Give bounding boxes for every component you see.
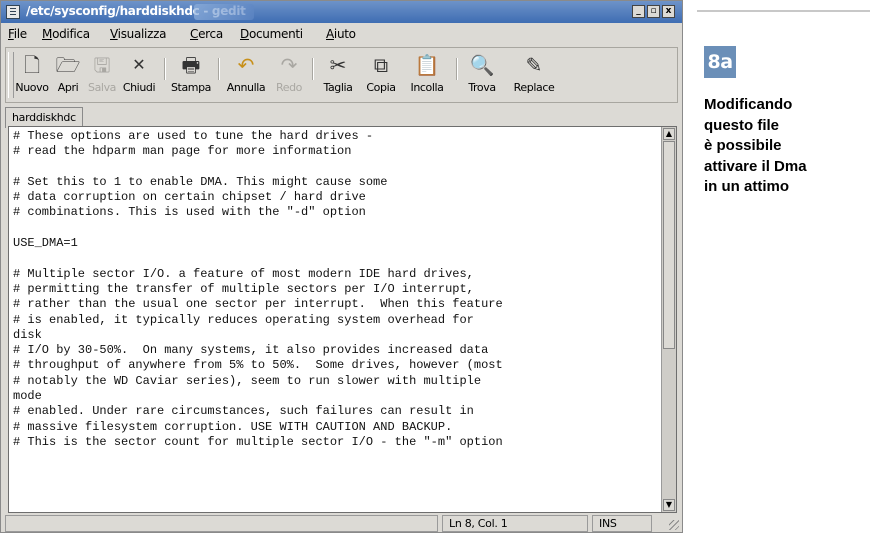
scissors-icon: ✂ xyxy=(329,53,347,77)
save-disk-icon: 🖫 xyxy=(93,53,111,77)
gedit-app-icon[interactable] xyxy=(6,5,20,19)
code-line: # throughput of anywhere from 5% to 50%.… xyxy=(13,358,503,373)
replace-button[interactable]: ✎ Replace xyxy=(505,52,563,100)
code-line: # Multiple sector I/O. a feature of most… xyxy=(13,266,474,281)
code-line: # permitting the transfer of multiple se… xyxy=(13,281,474,296)
minimize-button[interactable]: _ xyxy=(632,5,645,18)
replace-pencil-icon: ✎ xyxy=(525,53,543,77)
code-line: # massive filesystem corruption. USE WIT… xyxy=(13,419,453,434)
code-line: # enabled. Under rare circumstances, suc… xyxy=(13,404,474,419)
code-line: mode xyxy=(13,389,42,404)
figure-caption: Modificando questo file è possibile atti… xyxy=(704,96,807,195)
redo-button[interactable]: ↷ Redo xyxy=(271,52,307,100)
new-document-icon: 🗋 xyxy=(23,53,41,77)
scrollbar-thumb[interactable] xyxy=(663,141,675,349)
toolbar-separator xyxy=(312,58,314,80)
figure-badge: 8a xyxy=(704,46,736,78)
clipboard-paste-icon: 📋 xyxy=(414,53,440,77)
status-bar: Ln 8, Col. 1 INS xyxy=(1,514,682,532)
menu-file[interactable]: File xyxy=(8,27,27,41)
cursor-position: Ln 8, Col. 1 xyxy=(442,515,588,532)
file-content[interactable]: # These options are used to tune the har… xyxy=(13,129,653,450)
code-line: # These options are used to tune the har… xyxy=(13,129,374,143)
vertical-scrollbar[interactable]: ▲ ▼ xyxy=(661,127,676,512)
code-line: disk xyxy=(13,327,42,342)
code-line: # This is the sector count for multiple … xyxy=(13,434,503,449)
redo-arrow-icon: ↷ xyxy=(280,53,298,77)
toolbar: 🗋 Nuovo 🗁 Apri 🖫 Salva ✕ Chiudi 🖶 Stampa… xyxy=(5,47,678,103)
scroll-down-arrow-icon[interactable]: ▼ xyxy=(663,499,675,511)
resize-grip-icon[interactable] xyxy=(669,520,679,530)
new-button[interactable]: 🗋 Nuovo xyxy=(12,52,52,100)
code-line: # rather than the usual one sector per i… xyxy=(13,297,503,312)
open-button[interactable]: 🗁 Apri xyxy=(52,52,84,100)
copy-button[interactable]: ⧉ Copia xyxy=(360,52,402,100)
cut-button[interactable]: ✂ Taglia xyxy=(316,52,360,100)
save-button[interactable]: 🖫 Salva xyxy=(85,52,119,100)
insert-mode: INS xyxy=(592,515,652,532)
code-line: # is enabled, it typically reduces opera… xyxy=(13,312,474,327)
tab-harddiskhdc[interactable]: harddiskhdc xyxy=(5,107,83,128)
menu-documenti[interactable]: Documenti xyxy=(240,27,303,41)
code-line: USE_DMA=1 xyxy=(13,236,78,251)
search-icon: 🔍 xyxy=(469,53,495,77)
paste-button[interactable]: 📋 Incolla xyxy=(402,52,452,100)
undo-arrow-icon: ↶ xyxy=(237,53,255,77)
menu-cerca[interactable]: Cerca xyxy=(190,27,223,41)
print-button[interactable]: 🖶 Stampa xyxy=(168,52,214,100)
open-folder-icon: 🗁 xyxy=(55,53,81,77)
code-line: # read the hdparm man page for more info… xyxy=(13,144,352,159)
page-rule xyxy=(697,10,870,12)
close-icon: ✕ xyxy=(132,55,146,74)
copy-icon: ⧉ xyxy=(373,53,389,77)
toolbar-separator xyxy=(164,58,166,80)
menu-modifica[interactable]: Modifica xyxy=(42,27,90,41)
code-line: # data corruption on certain chipset / h… xyxy=(13,190,366,205)
find-button[interactable]: 🔍 Trova xyxy=(460,52,504,100)
code-line: # notably the WD Caviar series), seem to… xyxy=(13,373,482,388)
text-editor-area[interactable]: # These options are used to tune the har… xyxy=(8,126,677,513)
undo-button[interactable]: ↶ Annulla xyxy=(221,52,271,100)
toolbar-separator xyxy=(218,58,220,80)
menu-aiuto[interactable]: Aiuto xyxy=(326,27,356,41)
toolbar-separator xyxy=(456,58,458,80)
code-line: # Set this to 1 to enable DMA. This migh… xyxy=(13,174,388,189)
code-line: # combinations. This is used with the "-… xyxy=(13,205,366,220)
scroll-up-arrow-icon[interactable]: ▲ xyxy=(663,128,675,140)
code-line: # I/O by 30-50%. On many systems, it als… xyxy=(13,343,489,358)
close-window-button[interactable]: x xyxy=(662,5,675,18)
printer-icon: 🖶 xyxy=(181,53,201,77)
document-tabs: harddiskhdc xyxy=(1,105,682,128)
gedit-window: /etc/sysconfig/harddiskhdc - gedit _ ▫ x… xyxy=(0,0,683,533)
close-button[interactable]: ✕ Chiudi xyxy=(119,52,159,100)
menu-bar: File Modifica Visualizza Cerca Documenti… xyxy=(1,24,682,45)
menu-visualizza[interactable]: Visualizza xyxy=(110,27,166,41)
title-bar[interactable]: /etc/sysconfig/harddiskhdc - gedit _ ▫ x xyxy=(1,1,682,23)
titlebar-decoration xyxy=(194,4,254,20)
maximize-button[interactable]: ▫ xyxy=(647,5,660,18)
status-message xyxy=(5,515,438,532)
